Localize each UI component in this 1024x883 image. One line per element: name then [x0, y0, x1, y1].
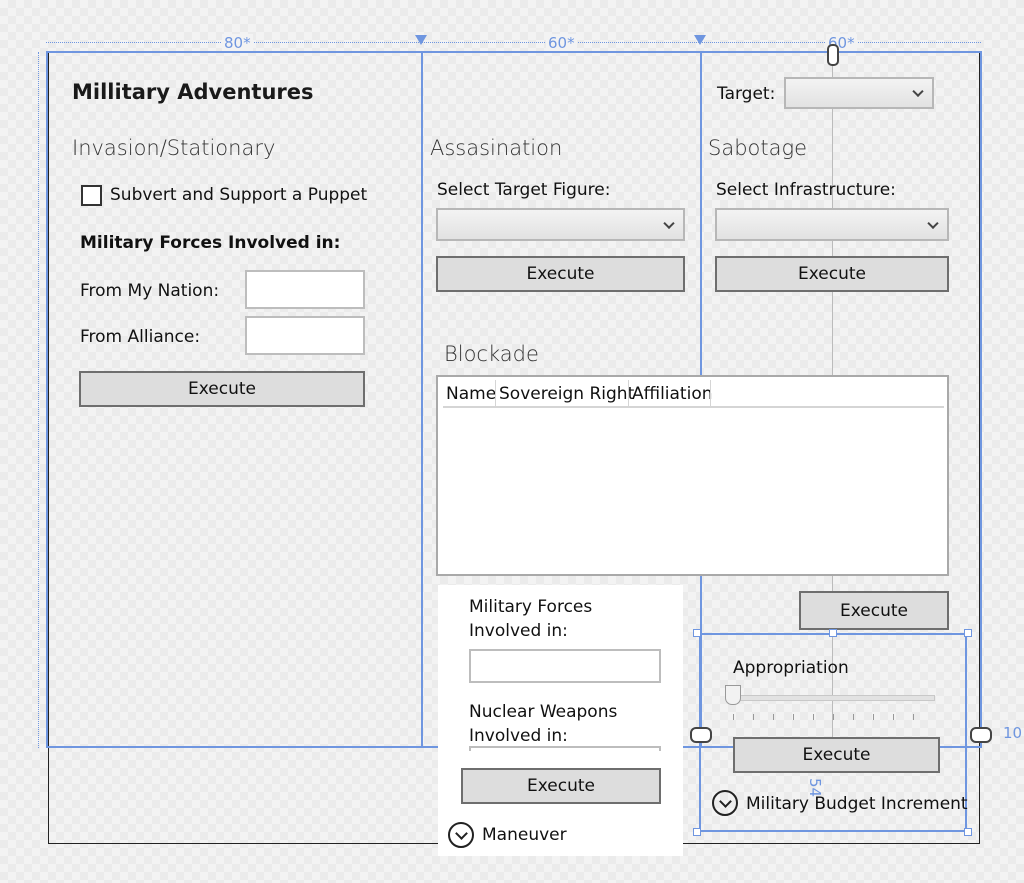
target-label: Target: [717, 84, 776, 104]
invasion-execute-button[interactable]: Execute [79, 371, 365, 407]
maneuver-forces-label: Military Forces Involved in: [469, 597, 593, 641]
sabotage-execute-button[interactable]: Execute [715, 256, 949, 292]
target-figure-combobox[interactable] [436, 208, 685, 241]
budget-execute-button[interactable]: Execute [733, 737, 940, 773]
appropriation-slider-track[interactable] [733, 695, 935, 701]
infrastructure-combobox[interactable] [715, 208, 949, 241]
chevron-down-icon[interactable] [448, 822, 474, 848]
maneuver-execute-button[interactable]: Execute [461, 768, 661, 804]
chevron-down-icon [663, 217, 675, 229]
forces-header: Military Forces Involved in: [80, 233, 341, 253]
page-title: Millitary Adventures [72, 80, 314, 104]
slider-ticks [733, 714, 933, 720]
column-divider [628, 380, 629, 406]
margin-value-label: 10 [1003, 724, 1023, 742]
maneuver-expander-label[interactable]: Maneuver [482, 825, 567, 845]
link-icon[interactable] [970, 727, 992, 743]
assassination-header: Assasination [430, 136, 563, 160]
column-header-affiliation[interactable]: Affiliation [632, 384, 713, 404]
resize-handle[interactable] [693, 828, 701, 836]
resize-handle[interactable] [693, 629, 701, 637]
budget-expander-label[interactable]: Military Budget Increment [746, 794, 968, 814]
column-splitter-marker[interactable] [694, 35, 706, 45]
blockade-header: Blockade [444, 342, 539, 366]
chevron-down-icon[interactable] [712, 790, 738, 816]
column-header-sovereign[interactable]: Sovereign Right [499, 384, 634, 404]
chevron-down-icon [927, 217, 939, 229]
puppet-checkbox-label: Subvert and Support a Puppet [110, 185, 368, 205]
link-icon[interactable] [690, 727, 712, 743]
sabotage-header: Sabotage [708, 136, 808, 160]
column-divider [710, 380, 711, 406]
alliance-input[interactable] [245, 316, 365, 355]
chevron-down-icon [912, 85, 924, 98]
appropriation-slider-thumb[interactable] [725, 685, 741, 705]
listview-header: Name Sovereign Right Affiliation [443, 380, 944, 408]
column-divider [495, 380, 496, 406]
puppet-checkbox[interactable] [81, 185, 102, 206]
anchor-icon[interactable] [827, 44, 839, 66]
my-nation-input[interactable] [245, 270, 365, 309]
column-splitter-marker[interactable] [415, 35, 427, 45]
alliance-label: From Alliance: [80, 327, 201, 347]
column-width-label: 80* [222, 34, 253, 52]
column-width-label: 60* [546, 34, 577, 52]
maneuver-forces-input[interactable] [469, 649, 661, 683]
grid-column-line [421, 51, 423, 748]
invasion-header: Invasion/Stationary [72, 136, 276, 160]
target-figure-label: Select Target Figure: [437, 180, 611, 200]
blockade-execute-button[interactable]: Execute [799, 591, 949, 630]
infrastructure-label: Select Infrastructure: [716, 180, 896, 200]
appropriation-label: Appropriation [733, 658, 849, 678]
nuclear-input-edge[interactable] [469, 746, 661, 751]
resize-handle[interactable] [964, 629, 972, 637]
target-combobox[interactable] [784, 77, 934, 109]
height-value-label: 54 [806, 778, 824, 798]
my-nation-label: From My Nation: [80, 281, 220, 301]
assassination-execute-button[interactable]: Execute [436, 256, 685, 292]
resize-handle[interactable] [964, 828, 972, 836]
resize-handle[interactable] [829, 629, 837, 637]
column-header-name[interactable]: Name [446, 384, 496, 404]
row-ruler [38, 52, 39, 748]
blockade-listview[interactable]: Name Sovereign Right Affiliation [436, 375, 949, 576]
nuclear-label: Nuclear Weapons Involved in: [469, 702, 618, 746]
